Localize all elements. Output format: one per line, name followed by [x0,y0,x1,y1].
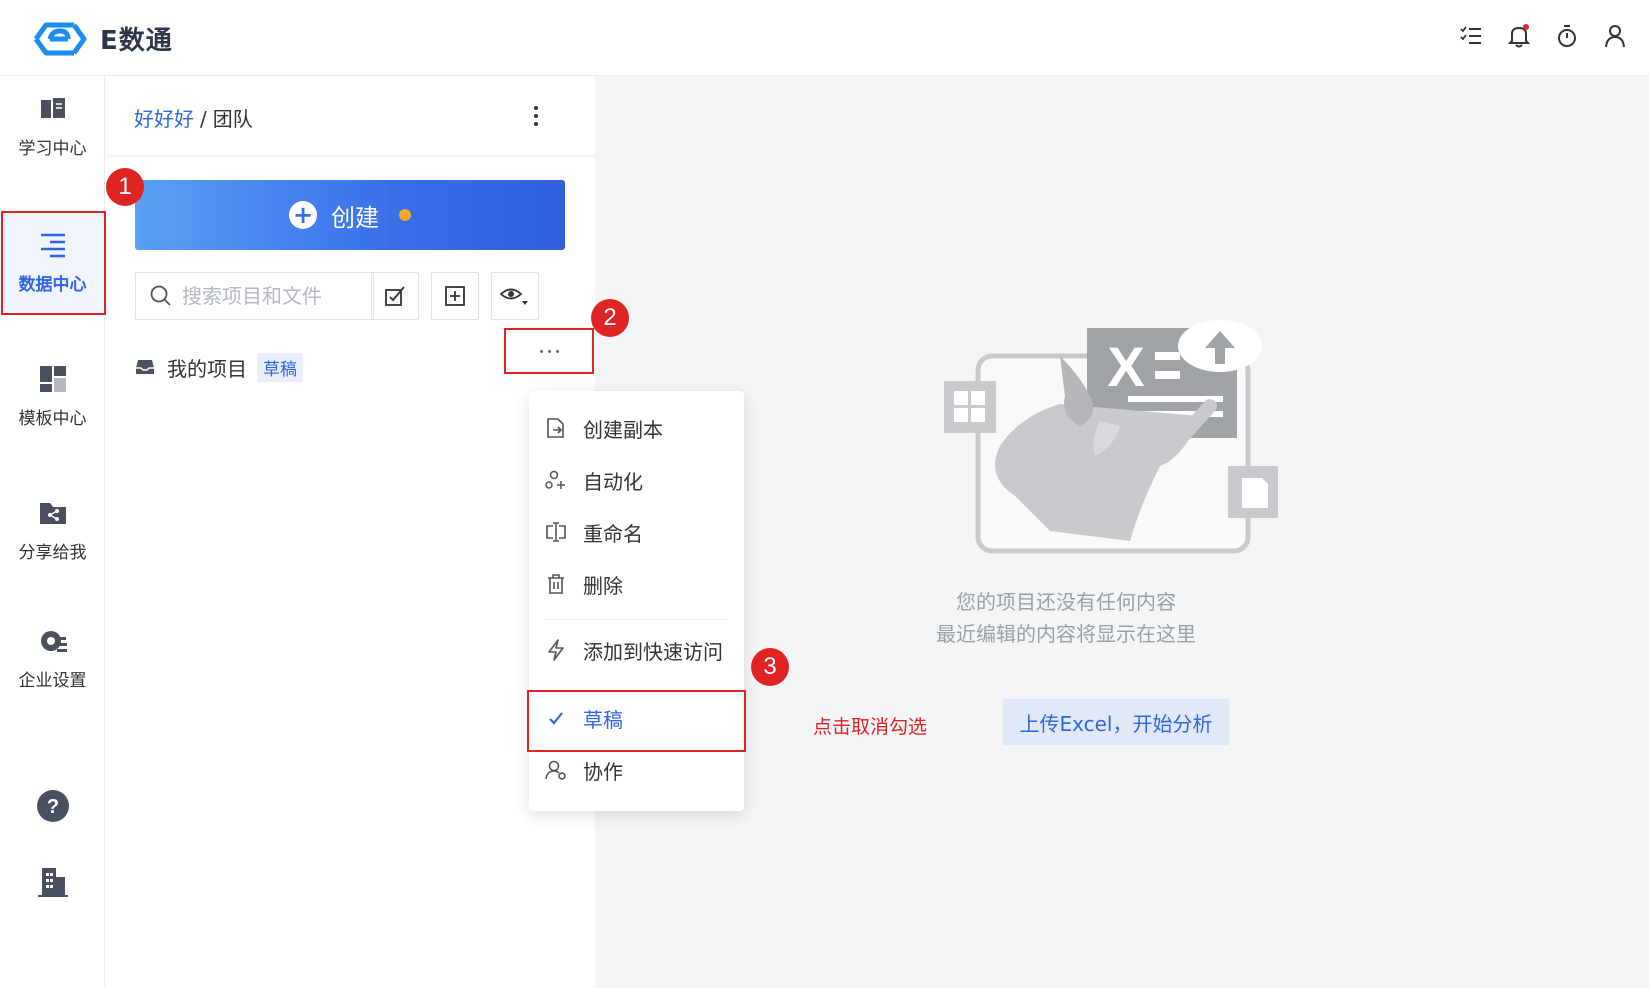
add-square-icon [445,286,465,306]
app-logo[interactable]: E数通 [28,20,173,57]
draft-tag: 草稿 [257,352,303,382]
template-icon [39,365,66,392]
draft-annotation-box [527,690,746,752]
task-list-icon[interactable] [1459,24,1483,48]
nav-annotation-box [1,211,106,315]
nav-item-shared[interactable]: 分享给我 [0,480,105,580]
nav-item-templates[interactable]: 模板中心 [0,346,105,446]
breadcrumb: 好好好 / 团队 [134,103,253,132]
menu-item-collaborate[interactable]: 协作 [529,745,744,795]
nav-item-enterprise-settings[interactable]: 企业设置 [0,608,105,708]
notification-dot [399,209,411,221]
timer-icon[interactable] [1555,24,1579,48]
illustration-x: X [1107,335,1144,398]
help-icon[interactable]: ? [36,789,70,823]
panel-more-button[interactable] [526,102,546,130]
dot [534,122,538,126]
rename-icon [546,522,566,542]
search-icon [150,285,171,306]
plus-circle-icon: + [289,201,317,229]
dot [547,349,551,353]
breadcrumb-current: 团队 [212,107,253,131]
collaborate-icon [545,760,566,780]
dot [534,106,538,110]
book-icon [40,97,65,118]
eye-dropdown-icon [500,288,528,305]
menu-label: 创建副本 [583,417,663,442]
menu-label: 删除 [583,573,623,598]
dot [539,349,543,353]
create-button[interactable]: + 创建 [135,180,565,250]
header-toolbar [1459,24,1627,48]
logo-mark-icon [33,22,87,55]
menu-item-delete[interactable]: 删除 [529,559,744,609]
lightning-icon [548,639,564,661]
main-content: X 您的项目还没有任何内容 最近编辑的内容将显示在这里 上传Excel，开始分析… [595,76,1649,988]
search-box[interactable] [135,272,374,320]
menu-label: 自动化 [583,469,643,494]
empty-illustration: X [944,320,1278,554]
inbox-icon [136,360,154,374]
upload-excel-button[interactable]: 上传Excel，开始分析 [1003,699,1229,745]
dot [534,114,538,118]
project-name: 我的项目 [167,356,247,381]
automation-icon [545,470,565,489]
menu-label: 重命名 [583,521,643,546]
nav-item-learning[interactable]: 学习中心 [0,76,105,176]
checkbox-icon [385,286,405,306]
panel-header: 好好好 / 团队 [106,76,595,156]
top-header: E数通 [0,0,1649,76]
add-folder-button[interactable] [431,272,479,320]
menu-label: 添加到快速访问 [583,639,723,664]
search-input[interactable] [182,284,362,308]
annotation-hint: 点击取消勾选 [813,716,928,738]
breadcrumb-separator: / [200,107,207,131]
bell-icon[interactable] [1507,24,1531,48]
create-label: 创建 [331,203,379,232]
menu-label: 协作 [583,759,623,784]
svg-text:?: ? [47,796,59,818]
trash-icon [548,574,564,594]
nav-label: 学习中心 [18,138,87,159]
user-icon[interactable] [1603,24,1627,48]
project-panel: 好好好/团队 + 创建 我的项目 草稿 [106,76,595,988]
app-name: E数通 [100,26,173,56]
empty-subtitle: 最近编辑的内容将显示在这里 [936,622,1196,646]
batch-select-button[interactable] [371,272,419,320]
menu-divider [545,619,728,620]
step-badge-1: 1 [106,168,144,206]
step-badge-2: 2 [591,299,629,337]
nav-label: 模板中心 [18,408,87,429]
view-options-button[interactable] [491,272,539,320]
menu-item-quick-access[interactable]: 添加到快速访问 [529,625,744,675]
copy-icon [547,418,564,438]
menu-item-rename[interactable]: 重命名 [529,507,744,557]
shared-folder-icon [39,502,66,524]
empty-title: 您的项目还没有任何内容 [956,590,1176,614]
menu-item-automation[interactable]: 自动化 [529,455,744,505]
dot [555,349,559,353]
step-badge-3: 3 [751,648,789,686]
project-more-button[interactable] [504,328,594,374]
building-icon[interactable] [36,865,70,899]
settings-gear-icon [40,630,67,652]
nav-label: 分享给我 [18,542,87,563]
nav-label: 企业设置 [18,670,87,691]
breadcrumb-team-link[interactable]: 好好好 [134,107,194,131]
menu-item-duplicate[interactable]: 创建副本 [529,403,744,453]
